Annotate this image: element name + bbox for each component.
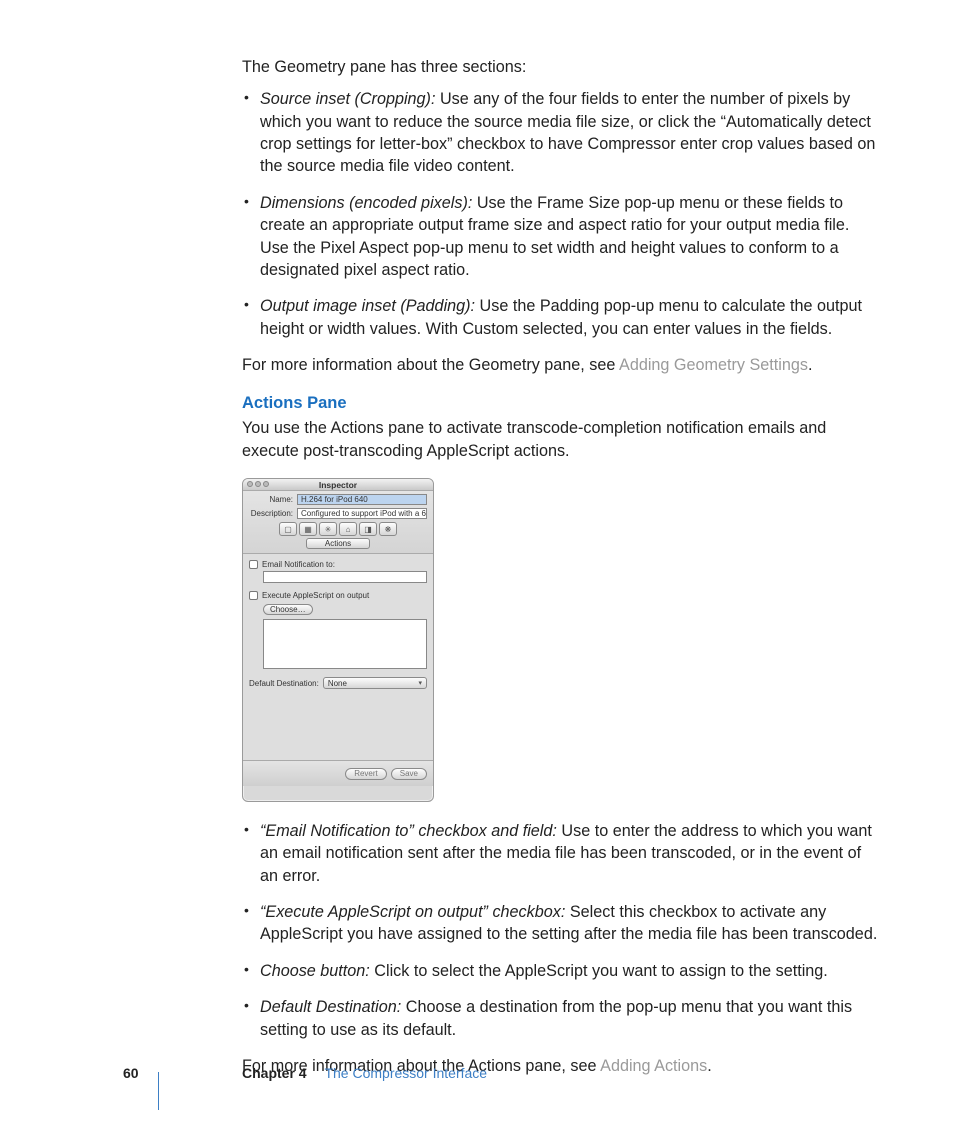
geometry-intro: The Geometry pane has three sections: — [242, 56, 882, 78]
page-number: 60 — [123, 1065, 139, 1081]
traffic-light-minimize-icon[interactable] — [255, 481, 261, 487]
default-destination-value: None — [328, 679, 347, 688]
default-destination-label: Default Destination: — [249, 679, 319, 688]
chapter-title: The Compressor Interface — [324, 1065, 487, 1081]
chevron-updown-icon: ▾ — [418, 679, 422, 687]
name-field[interactable]: H.264 for iPod 640 — [297, 494, 427, 505]
more-info-prefix: For more information about the Geometry … — [242, 356, 619, 374]
list-item: Output image inset (Padding): Use the Pa… — [242, 295, 882, 340]
geometry-settings-link[interactable]: Adding Geometry Settings — [619, 356, 808, 374]
list-item: Default Destination: Choose a destinatio… — [242, 996, 882, 1041]
actions-intro: You use the Actions pane to activate tra… — [242, 417, 882, 462]
email-notification-field[interactable] — [263, 571, 427, 583]
tab-icon[interactable]: ⌂ — [339, 522, 357, 536]
actions-pane-heading: Actions Pane — [242, 394, 882, 413]
inspector-titlebar: Inspector — [243, 479, 433, 491]
list-item: Choose button: Click to select the Apple… — [242, 960, 882, 982]
tab-icon[interactable]: ▦ — [299, 522, 317, 536]
inspector-tab-icons: ▢ ▦ ✳ ⌂ ◨ ❋ — [249, 522, 427, 536]
inspector-title: Inspector — [319, 480, 357, 490]
bullet-term: Choose button: — [260, 962, 370, 980]
tab-icon[interactable]: ✳ — [319, 522, 337, 536]
geometry-bullet-list: Source inset (Cropping): Use any of the … — [242, 88, 882, 340]
inspector-footer: Revert Save — [243, 760, 433, 786]
description-label: Description: — [249, 509, 297, 518]
list-item: Dimensions (encoded pixels): Use the Fra… — [242, 192, 882, 281]
geometry-more-info: For more information about the Geometry … — [242, 354, 882, 376]
actions-tab[interactable]: Actions — [306, 538, 370, 549]
bullet-term: “Email Notification to” checkbox and fie… — [260, 822, 557, 840]
page-footer: 60 Chapter 4 The Compressor Interface — [0, 1065, 954, 1089]
bullet-term: Source inset (Cropping): — [260, 90, 435, 108]
bullet-term: “Execute AppleScript on output” checkbox… — [260, 903, 565, 921]
bullet-term: Dimensions (encoded pixels): — [260, 194, 472, 212]
default-destination-select[interactable]: None ▾ — [323, 677, 427, 689]
description-field[interactable]: Configured to support iPod with a 640 wi… — [297, 508, 427, 519]
chapter-label: Chapter 4 — [242, 1065, 307, 1081]
bullet-term: Default Destination: — [260, 998, 401, 1016]
list-item: Source inset (Cropping): Use any of the … — [242, 88, 882, 177]
save-button[interactable]: Save — [391, 768, 427, 780]
name-label: Name: — [249, 495, 297, 504]
traffic-light-close-icon[interactable] — [247, 481, 253, 487]
email-notification-label: Email Notification to: — [262, 560, 335, 569]
inspector-window: Inspector Name: H.264 for iPod 640 Descr… — [242, 478, 434, 802]
bullet-term: Output image inset (Padding): — [260, 297, 475, 315]
actions-bullet-list: “Email Notification to” checkbox and fie… — [242, 820, 882, 1041]
email-notification-checkbox[interactable] — [249, 560, 258, 569]
execute-applescript-checkbox[interactable] — [249, 591, 258, 600]
choose-button[interactable]: Choose… — [263, 604, 313, 615]
revert-button[interactable]: Revert — [345, 768, 387, 780]
list-item: “Execute AppleScript on output” checkbox… — [242, 901, 882, 946]
tab-icon[interactable]: ❋ — [379, 522, 397, 536]
tab-icon[interactable]: ▢ — [279, 522, 297, 536]
list-item: “Email Notification to” checkbox and fie… — [242, 820, 882, 887]
bullet-text: Click to select the AppleScript you want… — [370, 962, 828, 980]
execute-applescript-label: Execute AppleScript on output — [262, 591, 369, 600]
tab-icon[interactable]: ◨ — [359, 522, 377, 536]
more-info-suffix: . — [808, 356, 813, 374]
inspector-header: Name: H.264 for iPod 640 Description: Co… — [243, 491, 433, 554]
traffic-light-zoom-icon[interactable] — [263, 481, 269, 487]
inspector-body: Email Notification to: Execute AppleScri… — [243, 554, 433, 786]
applescript-path-field — [263, 619, 427, 669]
